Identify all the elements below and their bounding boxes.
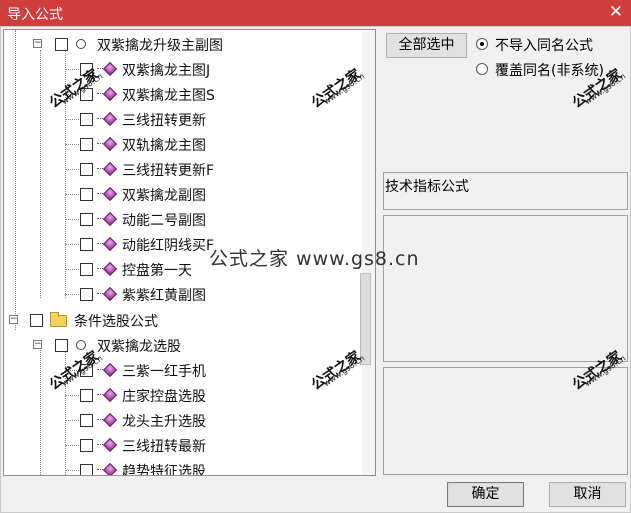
tree-checkbox[interactable] (55, 38, 68, 51)
indicator-icon (102, 86, 118, 102)
tree-item-label: 动能红阴线买F (122, 238, 215, 254)
tree-checkbox[interactable] (55, 339, 68, 352)
tree-item-label: 双紫擒龙副图 (122, 188, 206, 204)
indicator-icon (102, 186, 118, 202)
title-bar: 导入公式 ✕ (0, 0, 631, 26)
skip-same-name-label: 不导入同名公式 (495, 38, 593, 54)
ok-button[interactable]: 确定 (447, 482, 524, 507)
tree-item-row[interactable]: 趋势特征选股 (4, 459, 360, 476)
tree-item-label: 紫紫红黄副图 (122, 288, 206, 304)
tree-item-label: 双轨擒龙主图 (122, 138, 206, 154)
tree-item-row[interactable]: 龙头主升选股 (4, 409, 360, 431)
tree-item-row[interactable]: 双紫擒龙副图 (4, 183, 360, 205)
tree-checkbox[interactable] (80, 414, 93, 427)
formula-group-icon (76, 39, 86, 49)
collapse-icon[interactable]: − (33, 39, 42, 48)
tree-group-row[interactable]: − 双紫擒龙选股 (4, 334, 360, 356)
tree-item-label: 控盘第一天 (122, 263, 192, 279)
tree-item-label: 双紫擒龙主图J (122, 63, 211, 79)
cancel-button[interactable]: 取消 (549, 482, 626, 507)
center-watermark: 公式之家 www.gs8.cn (209, 248, 420, 270)
indicator-icon (102, 161, 118, 177)
tree-checkbox[interactable] (80, 163, 93, 176)
formula-type-label: 技术指标公式 (385, 179, 469, 195)
tree-category-label: 条件选股公式 (74, 314, 158, 330)
indicator-icon (102, 412, 118, 428)
tree-checkbox[interactable] (80, 238, 93, 251)
indicator-icon (102, 437, 118, 453)
tree-checkbox[interactable] (30, 314, 43, 327)
tree-item-row[interactable]: 双轨擒龙主图 (4, 133, 360, 155)
indicator-icon (102, 61, 118, 77)
tree-item-row[interactable]: 紫紫红黄副图 (4, 283, 360, 305)
tree-item-label: 三线扭转更新 (122, 113, 206, 129)
tree-item-row[interactable]: 双紫擒龙主图J (4, 58, 360, 80)
folder-icon (50, 312, 67, 327)
indicator-icon (102, 261, 118, 277)
tree-item-row[interactable]: 动能二号副图 (4, 208, 360, 230)
tree-group-label: 双紫擒龙选股 (97, 339, 181, 355)
tree-checkbox[interactable] (80, 439, 93, 452)
indicator-icon (102, 286, 118, 302)
tree-group-row[interactable]: − 双紫擒龙升级主副图 (4, 33, 360, 55)
indicator-icon (102, 111, 118, 127)
tree-checkbox[interactable] (80, 138, 93, 151)
close-icon[interactable]: ✕ (609, 2, 623, 22)
indicator-icon (102, 211, 118, 227)
select-all-button[interactable]: 全部选中 (386, 33, 467, 58)
collapse-icon[interactable]: − (9, 315, 18, 324)
tree-item-label: 三线扭转最新 (122, 439, 206, 455)
tree-item-row[interactable]: 三线扭转最新 (4, 434, 360, 456)
scrollbar-thumb[interactable] (360, 273, 371, 365)
tree-item-label: 庄家控盘选股 (122, 389, 206, 405)
tree-item-label: 龙头主升选股 (122, 414, 206, 430)
formula-info-panel (383, 215, 628, 362)
tree-item-label: 三线扭转更新F (122, 163, 215, 179)
tree-checkbox[interactable] (80, 263, 93, 276)
tree-group-label: 双紫擒龙升级主副图 (97, 38, 223, 54)
window-title: 导入公式 (7, 7, 63, 23)
indicator-icon (102, 462, 118, 475)
tree-category-row[interactable]: − 条件选股公式 (4, 309, 360, 331)
tree-checkbox[interactable] (80, 113, 93, 126)
indicator-icon (102, 387, 118, 403)
tree-item-label: 三紫一红手机 (122, 364, 206, 380)
overwrite-same-name-label: 覆盖同名(非系统) (495, 63, 604, 79)
tree-checkbox[interactable] (80, 213, 93, 226)
tree-item-label: 双紫擒龙主图S (122, 88, 215, 104)
tree-checkbox[interactable] (80, 464, 93, 475)
formula-type-panel: 技术指标公式 (383, 172, 628, 210)
formula-group-icon (76, 340, 86, 350)
tree-checkbox[interactable] (80, 188, 93, 201)
collapse-icon[interactable]: − (33, 340, 42, 349)
tree-checkbox[interactable] (80, 389, 93, 402)
tree-item-row[interactable]: 三线扭转更新F (4, 158, 360, 180)
skip-same-name-radio[interactable] (476, 38, 488, 50)
tree-checkbox[interactable] (80, 288, 93, 301)
indicator-icon (102, 362, 118, 378)
tree-item-label: 趋势特征选股 (122, 464, 206, 476)
indicator-icon (102, 136, 118, 152)
overwrite-same-name-radio[interactable] (476, 63, 488, 75)
indicator-icon (102, 236, 118, 252)
tree-item-label: 动能二号副图 (122, 213, 206, 229)
